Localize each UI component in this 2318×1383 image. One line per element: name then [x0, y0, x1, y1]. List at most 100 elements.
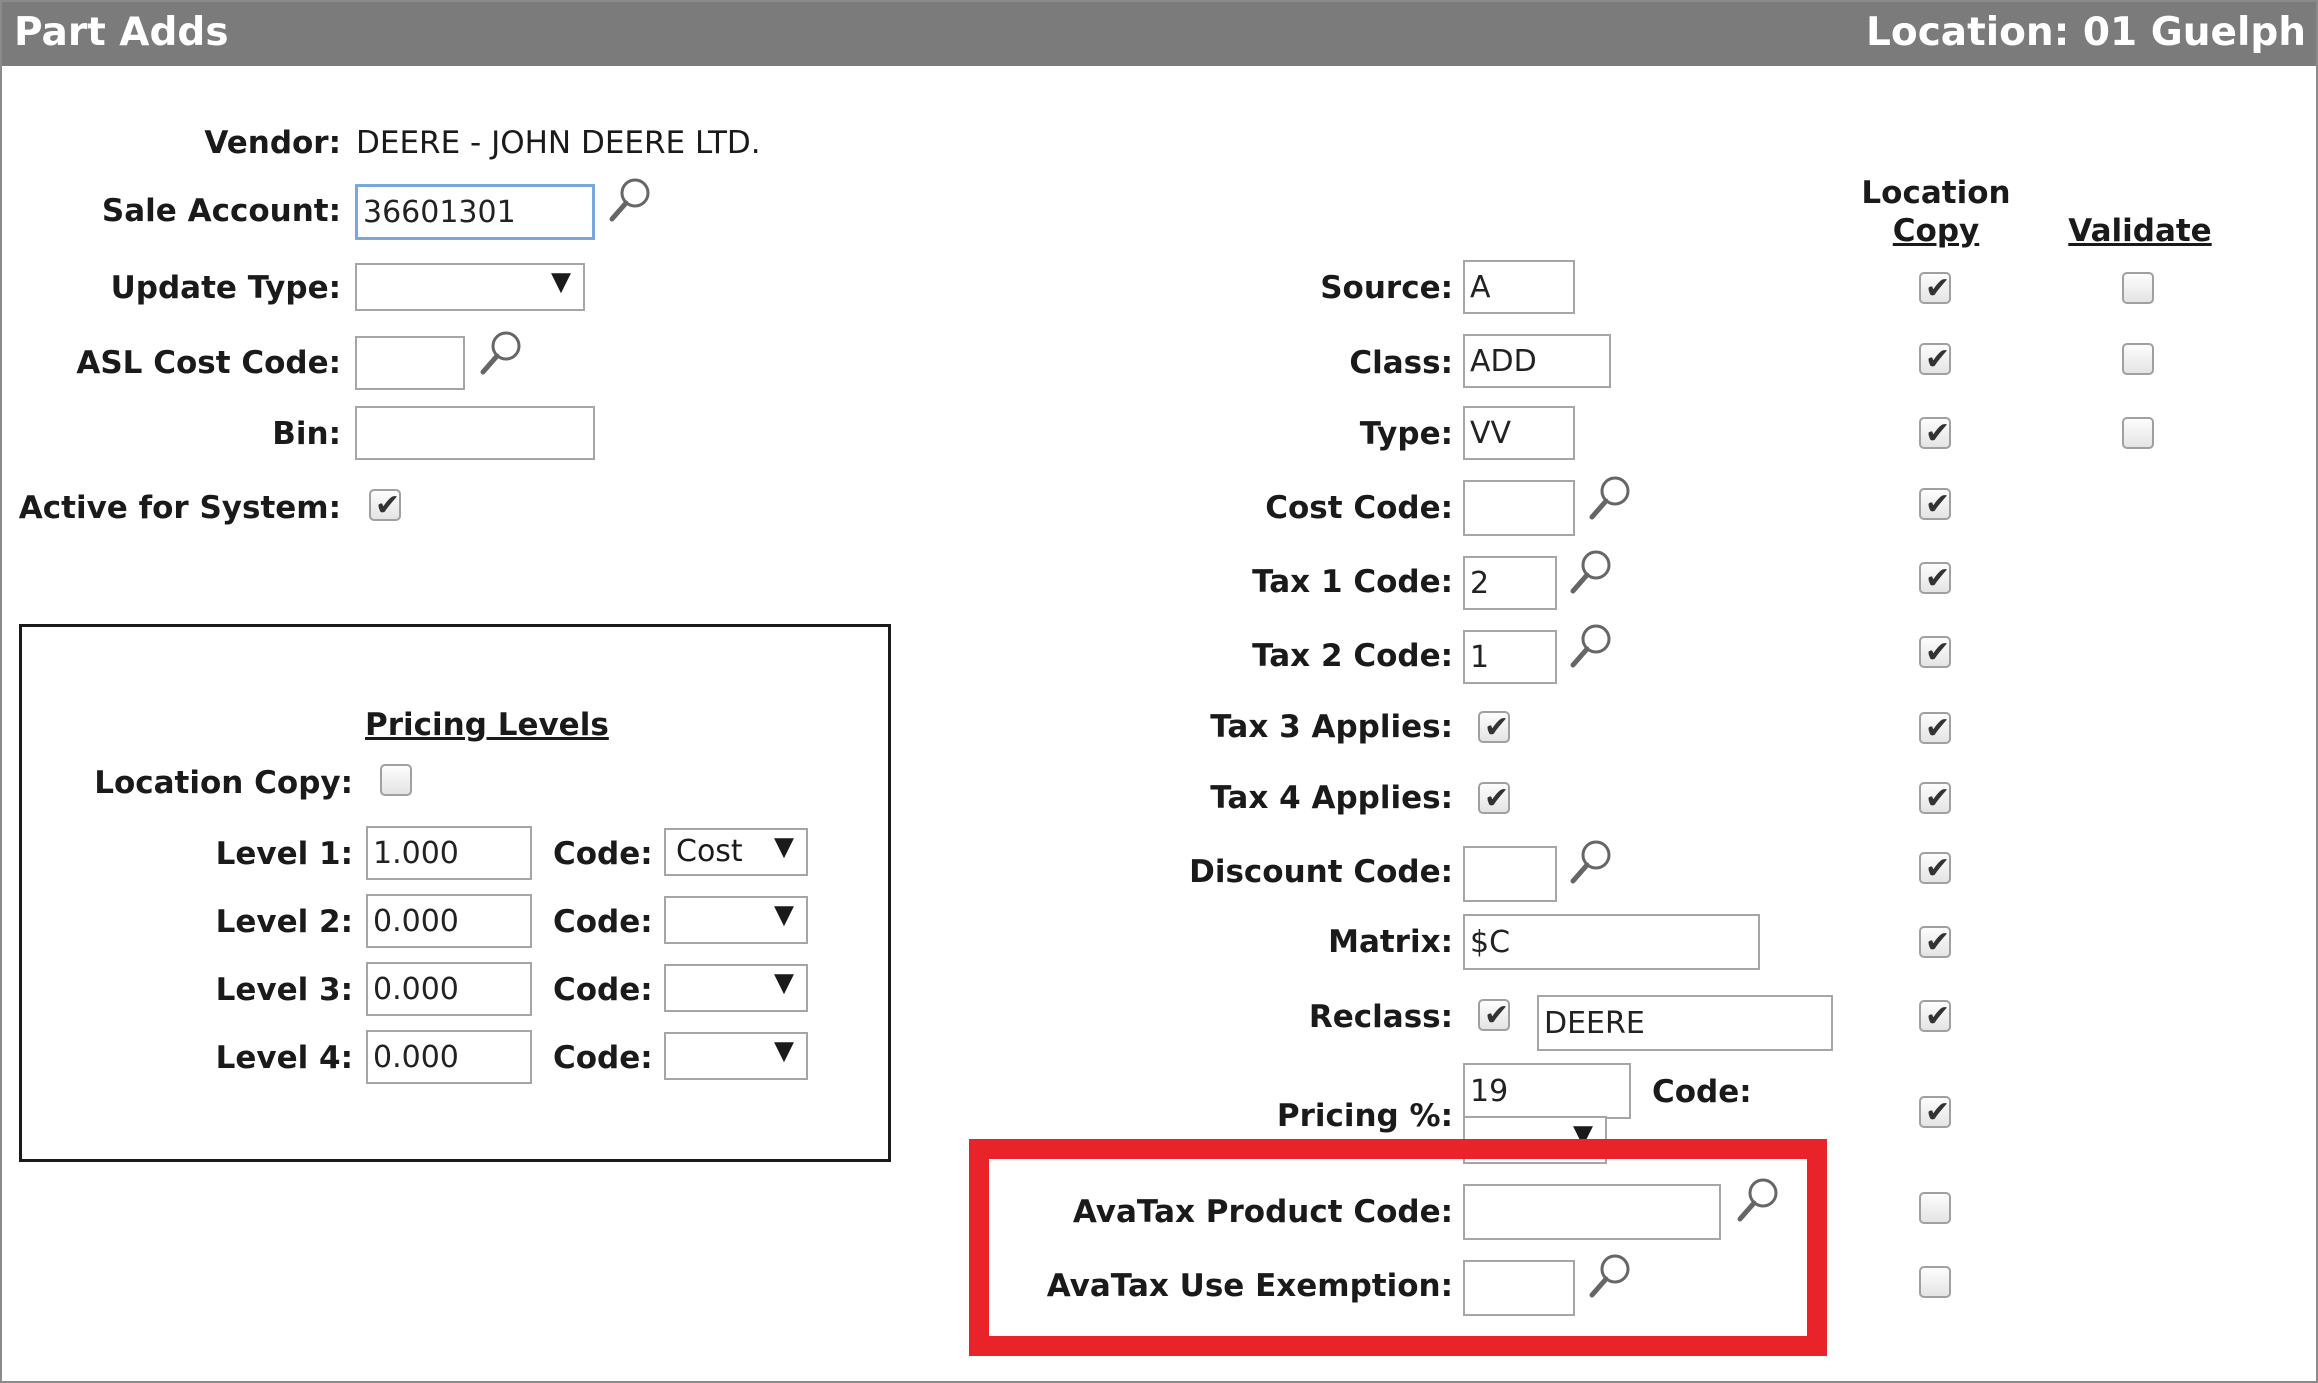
- vendor-value: DEERE - JOHN DEERE LTD.: [356, 125, 761, 161]
- update-type-label: Update Type:: [110, 270, 341, 306]
- level-2-input[interactable]: [366, 894, 532, 948]
- tax-3-applies-label: Tax 3 Applies:: [1210, 709, 1453, 745]
- chevron-down-icon: ▼: [774, 900, 794, 930]
- location-copy-checkbox[interactable]: ✔: [1919, 635, 1951, 670]
- cost-code-search-icon[interactable]: [1587, 474, 1633, 522]
- type-input[interactable]: [1463, 406, 1575, 460]
- checkmark-icon: ✔: [1925, 851, 1951, 886]
- level-2-code-label: Code:: [553, 904, 653, 940]
- location-copy-checkbox[interactable]: ✔: [1919, 271, 1951, 306]
- location-copy-checkbox[interactable]: ✔: [1919, 999, 1951, 1034]
- matrix-input[interactable]: [1463, 914, 1760, 970]
- avatax-use-exemption-input[interactable]: [1463, 1260, 1575, 1316]
- pricing-location-copy-label: Location Copy:: [94, 765, 353, 801]
- reclass-label: Reclass:: [1308, 999, 1453, 1035]
- validate-checkbox[interactable]: [2122, 343, 2154, 375]
- checkmark-icon: ✔: [1925, 1095, 1951, 1130]
- pricing-code-label: Code:: [1652, 1074, 1752, 1110]
- sale-account-label: Sale Account:: [101, 193, 341, 229]
- pricing-levels-heading: Pricing Levels: [365, 707, 609, 743]
- checkmark-icon: ✔: [1484, 710, 1510, 745]
- checkmark-icon: ✔: [375, 488, 401, 523]
- tax-2-code-input[interactable]: [1463, 630, 1557, 684]
- chevron-down-icon: ▼: [551, 267, 571, 297]
- cost-code-label: Cost Code:: [1265, 490, 1453, 526]
- active-for-system-checkbox[interactable]: ✔: [369, 488, 401, 523]
- active-for-system-label: Active for System:: [18, 490, 341, 526]
- pricing-percent-input[interactable]: [1463, 1063, 1631, 1119]
- location-copy-checkbox[interactable]: ✔: [1919, 487, 1951, 522]
- cost-code-input[interactable]: [1463, 480, 1575, 536]
- validate-checkbox[interactable]: [2122, 272, 2154, 304]
- location-copy-checkbox[interactable]: ✔: [1919, 711, 1951, 746]
- location-copy-header-line2: Copy: [1892, 213, 1980, 249]
- validate-column-header: Validate: [2068, 213, 2212, 249]
- level-3-code-label: Code:: [553, 972, 653, 1008]
- level-3-code-select[interactable]: ▼: [664, 964, 808, 1012]
- level-2-code-select[interactable]: ▼: [664, 896, 808, 944]
- tax-1-code-input[interactable]: [1463, 556, 1557, 610]
- tax-4-applies-checkbox[interactable]: ✔: [1478, 781, 1510, 816]
- bin-label: Bin:: [272, 416, 341, 452]
- checkmark-icon: ✔: [1925, 711, 1951, 746]
- source-input[interactable]: [1463, 260, 1575, 314]
- location-copy-checkbox[interactable]: ✔: [1919, 416, 1951, 451]
- avatax-use-exemption-search-icon[interactable]: [1587, 1252, 1633, 1300]
- page-title: Part Adds: [14, 10, 229, 55]
- tax-2-code-label: Tax 2 Code:: [1252, 638, 1453, 674]
- update-type-select[interactable]: ▼: [355, 263, 585, 311]
- source-label: Source:: [1320, 270, 1453, 306]
- asl-cost-code-input[interactable]: [355, 336, 465, 390]
- level-4-input[interactable]: [366, 1030, 532, 1084]
- class-label: Class:: [1349, 345, 1453, 381]
- type-label: Type:: [1359, 416, 1453, 452]
- matrix-label: Matrix:: [1328, 924, 1453, 960]
- validate-checkbox[interactable]: [2122, 417, 2154, 449]
- location-copy-checkbox[interactable]: ✔: [1919, 342, 1951, 377]
- location-copy-checkbox[interactable]: ✔: [1919, 781, 1951, 816]
- asl-cost-code-search-icon[interactable]: [478, 329, 524, 377]
- level-3-input[interactable]: [366, 962, 532, 1016]
- class-input[interactable]: [1463, 334, 1611, 388]
- level-1-label: Level 1:: [215, 836, 353, 872]
- chevron-down-icon: ▼: [774, 1036, 794, 1066]
- level-3-label: Level 3:: [215, 972, 353, 1008]
- location-copy-checkbox[interactable]: ✔: [1919, 561, 1951, 596]
- discount-code-search-icon[interactable]: [1568, 838, 1614, 886]
- level-2-label: Level 2:: [215, 904, 353, 940]
- avatax-product-code-search-icon[interactable]: [1735, 1176, 1781, 1224]
- tax-1-code-search-icon[interactable]: [1568, 548, 1614, 596]
- reclass-checkbox[interactable]: ✔: [1478, 998, 1510, 1033]
- avatax-product-code-input[interactable]: [1463, 1184, 1721, 1240]
- level-4-label: Level 4:: [215, 1040, 353, 1076]
- checkmark-icon: ✔: [1925, 487, 1951, 522]
- level-4-code-select[interactable]: ▼: [664, 1032, 808, 1080]
- location-copy-checkbox[interactable]: ✔: [1919, 925, 1951, 960]
- tax-4-applies-label: Tax 4 Applies:: [1210, 780, 1453, 816]
- tax-2-code-search-icon[interactable]: [1568, 622, 1614, 670]
- pricing-location-copy-checkbox[interactable]: [380, 764, 412, 796]
- sale-account-input[interactable]: [355, 184, 595, 240]
- level-1-input[interactable]: [366, 826, 532, 880]
- checkmark-icon: ✔: [1925, 781, 1951, 816]
- tax-3-applies-checkbox[interactable]: ✔: [1478, 710, 1510, 745]
- discount-code-input[interactable]: [1463, 846, 1557, 902]
- level-1-code-value: Cost: [676, 834, 743, 869]
- title-bar: Part Adds Location: 01 Guelph: [2, 2, 2316, 66]
- location-indicator: Location: 01 Guelph: [1866, 10, 2306, 55]
- reclass-input[interactable]: [1537, 995, 1833, 1051]
- checkmark-icon: ✔: [1925, 925, 1951, 960]
- sale-account-search-icon[interactable]: [607, 176, 653, 224]
- location-copy-checkbox[interactable]: ✔: [1919, 851, 1951, 886]
- avatax-use-exemption-label: AvaTax Use Exemption:: [1046, 1268, 1453, 1304]
- checkmark-icon: ✔: [1925, 271, 1951, 306]
- location-copy-checkbox[interactable]: [1919, 1266, 1951, 1298]
- level-4-code-label: Code:: [553, 1040, 653, 1076]
- level-1-code-select[interactable]: Cost ▼: [664, 828, 808, 876]
- location-copy-checkbox[interactable]: ✔: [1919, 1095, 1951, 1130]
- vendor-label: Vendor:: [204, 125, 341, 161]
- bin-input[interactable]: [355, 406, 595, 460]
- location-copy-checkbox[interactable]: [1919, 1192, 1951, 1224]
- checkmark-icon: ✔: [1484, 781, 1510, 816]
- avatax-product-code-label: AvaTax Product Code:: [1072, 1194, 1453, 1230]
